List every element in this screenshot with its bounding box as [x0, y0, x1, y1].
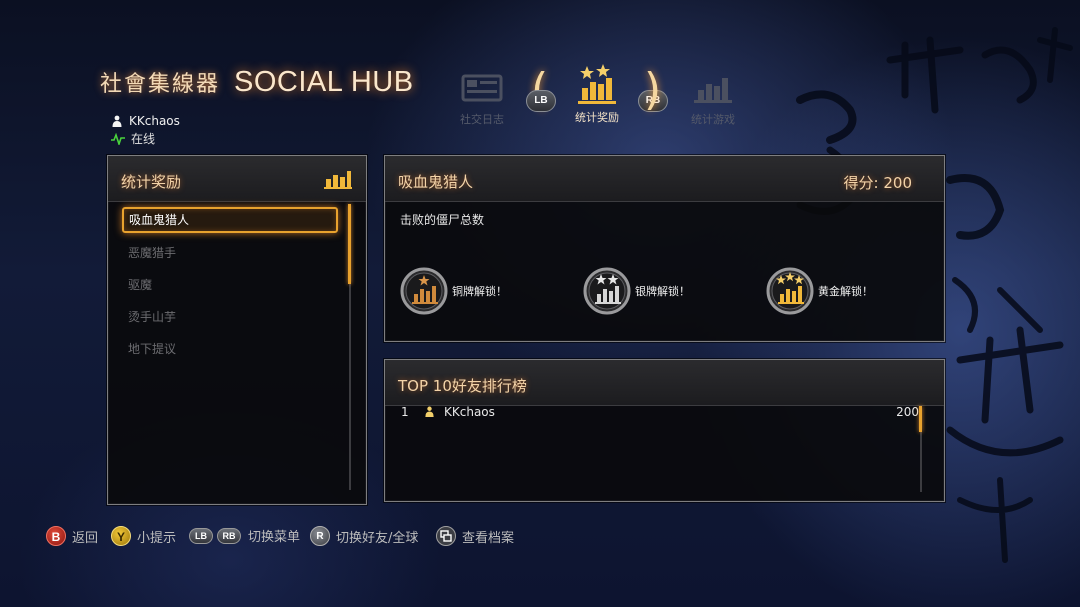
tab-social-journal[interactable]: 社交日志 — [450, 70, 514, 127]
online-pulse-icon — [111, 133, 125, 145]
rb-button-icon: RB — [217, 527, 241, 544]
hub-title-chinese: 社會集線器 — [100, 72, 221, 97]
y-button-icon: Y — [111, 526, 131, 546]
hint-back[interactable]: B 返回 — [46, 526, 98, 546]
medal-bronze-label: 铜牌解锁！ — [452, 285, 507, 298]
user-info: KKchaos 在线 — [111, 112, 180, 148]
award-item-exorcism[interactable]: 驱魔 — [122, 272, 338, 298]
gamertag: KKchaos — [129, 114, 180, 128]
hint-back-label: 返回 — [72, 530, 99, 546]
person-icon — [112, 115, 122, 127]
leaderboard-name: KKchaos — [444, 405, 495, 419]
award-detail-title: 吸血鬼猎人 — [398, 173, 474, 191]
award-item-demon-hunter[interactable]: 恶魔猎手 — [122, 240, 338, 266]
hint-tips[interactable]: Y 小提示 — [111, 526, 176, 546]
awards-list-panel: 统计奖励 吸血鬼猎人 恶魔猎手 驱魔 烫手山芋 地下提议 — [107, 155, 367, 505]
hint-view-profile-label: 查看档案 — [462, 530, 515, 546]
medal-bronze: 铜牌解锁！ — [399, 266, 507, 316]
award-detail-header: 吸血鬼猎人 得分: 200 — [385, 156, 944, 202]
bronze-medal-icon — [400, 267, 448, 315]
award-detail-panel: 吸血鬼猎人 得分: 200 击败的僵尸总数 铜牌解锁！ 银牌解锁！ 黄金解锁！ — [384, 155, 945, 342]
gold-medal-icon — [766, 267, 814, 315]
award-item-hot-potato[interactable]: 烫手山芋 — [122, 304, 338, 330]
award-item-underground-proposal[interactable]: 地下提议 — [122, 336, 338, 362]
social-journal-icon — [461, 74, 503, 102]
tab-stats-games[interactable]: 统计游戏 — [682, 70, 744, 127]
bar-chart-icon — [324, 171, 352, 189]
stats-awards-icon — [578, 64, 616, 104]
b-button-icon: B — [46, 526, 66, 546]
award-description: 击败的僵尸总数 — [400, 213, 485, 227]
stats-games-icon — [694, 78, 732, 103]
hint-switch-menu[interactable]: LB RB 切换菜单 — [189, 526, 300, 545]
hint-switch-friends-label: 切换好友/全球 — [336, 530, 419, 546]
award-item-vampire-hunter[interactable]: 吸血鬼猎人 — [122, 207, 338, 233]
hub-title-english: SOCIAL HUB — [234, 66, 414, 98]
awards-scroll-thumb[interactable] — [348, 204, 351, 284]
lb-button[interactable]: LB — [526, 90, 556, 112]
online-status-row: 在线 — [111, 130, 180, 148]
leaderboard-rank: 1 — [401, 405, 409, 419]
leaderboard-title: TOP 10好友排行榜 — [398, 377, 527, 395]
tab-stats-awards[interactable]: 统计奖励 — [566, 64, 628, 125]
person-icon — [425, 406, 434, 417]
view-button-icon — [436, 526, 456, 546]
hint-view-profile[interactable]: 查看档案 — [436, 526, 514, 546]
awards-list-header: 统计奖励 — [108, 156, 366, 202]
awards-list-title: 统计奖励 — [121, 173, 182, 191]
right-stick-icon: R — [310, 526, 330, 546]
leaderboard-scroll-thumb[interactable] — [919, 406, 922, 432]
medal-gold-label: 黄金解锁！ — [818, 285, 873, 298]
lb-button-icon: LB — [189, 527, 213, 544]
hint-switch-menu-label: 切换菜单 — [248, 530, 301, 545]
silver-medal-icon — [583, 267, 631, 315]
leaderboard-header: TOP 10好友排行榜 — [385, 360, 944, 406]
tab-social-journal-label: 社交日志 — [460, 113, 504, 126]
medal-gold: 黄金解锁！ — [765, 266, 873, 316]
right-bracket: ) — [644, 64, 662, 115]
tab-stats-awards-label: 统计奖励 — [575, 111, 619, 124]
leaderboard-row[interactable]: 1 KKchaos 200 — [399, 405, 919, 423]
tab-stats-games-label: 统计游戏 — [691, 113, 735, 126]
medal-silver-label: 银牌解锁！ — [635, 285, 690, 298]
medal-silver: 银牌解锁！ — [582, 266, 690, 316]
hub-title: 社會集線器 SOCIAL HUB — [100, 66, 414, 99]
leaderboard-score: 200 — [896, 405, 919, 419]
hint-tips-label: 小提示 — [137, 530, 177, 546]
gamertag-row[interactable]: KKchaos — [111, 112, 180, 130]
hint-switch-friends[interactable]: R 切换好友/全球 — [310, 526, 418, 546]
award-score: 得分: 200 — [843, 174, 912, 192]
leaderboard-panel: TOP 10好友排行榜 1 KKchaos 200 — [384, 359, 945, 502]
online-status: 在线 — [131, 132, 156, 146]
